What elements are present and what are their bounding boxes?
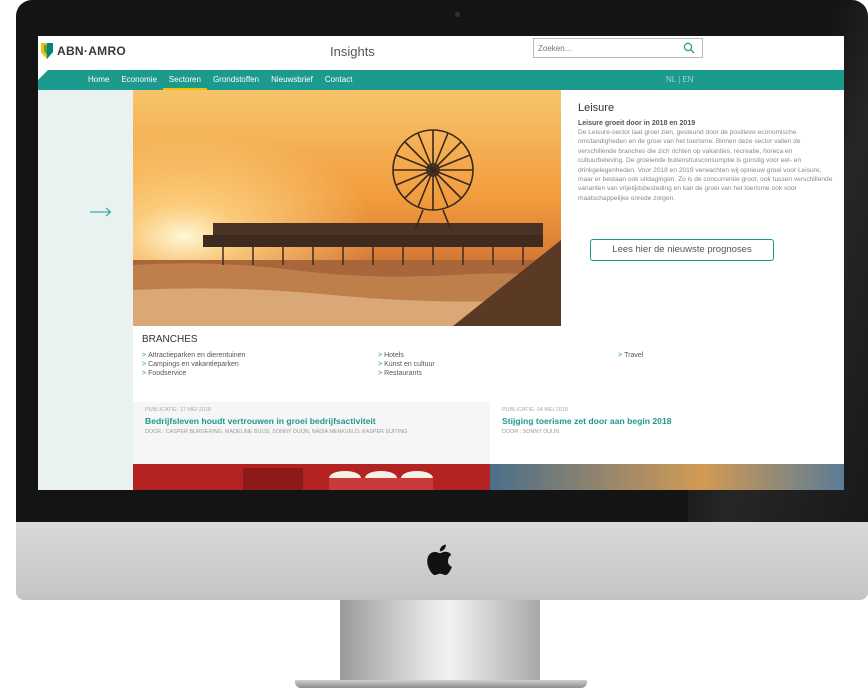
sector-title: Leisure [578, 102, 615, 114]
article-authors: DOOR : SONNY DUIJN [502, 429, 560, 435]
sector-subtitle: Leisure groeit door in 2018 en 2019 [578, 120, 696, 127]
branches-title: BRANCHES [142, 334, 198, 345]
language-switch[interactable]: NL | EN [666, 75, 694, 84]
chevron-right-icon: > [378, 370, 383, 377]
arrow-right-icon[interactable] [90, 207, 112, 217]
pier-sunset-illustration [133, 90, 561, 326]
page-title: Insights [330, 44, 375, 59]
abn-amro-shield-icon [41, 43, 53, 59]
search-icon[interactable] [683, 42, 695, 54]
article-card[interactable]: PUBLICATIE: 17 MEI 2018 Bedrijfsleven ho… [133, 402, 490, 466]
article-date: PUBLICATIE: 17 MEI 2018 [145, 407, 211, 413]
nav-item-contact[interactable]: Contact [319, 70, 359, 90]
article-card[interactable]: PUBLICATIE: 04 MEI 2018 Stijging toerism… [490, 402, 844, 466]
left-panel [38, 90, 133, 490]
monitor-stand-base [295, 680, 587, 688]
main-nav: Home Economie Sectoren Grondstoffen Nieu… [38, 70, 844, 90]
article-thumbnail[interactable] [490, 464, 844, 490]
nav-item-home[interactable]: Home [82, 70, 115, 90]
imac-mockup: ABN·AMRO Insights Home Economie Sectoren… [0, 0, 868, 694]
search-input[interactable] [538, 42, 678, 54]
chevron-right-icon: > [378, 352, 383, 359]
sector-body: De Leisure-sector laat groei zien, geste… [578, 129, 833, 202]
camera [455, 12, 460, 17]
logo[interactable]: ABN·AMRO [41, 43, 126, 59]
articles-list: PUBLICATIE: 17 MEI 2018 Bedrijfsleven ho… [133, 402, 844, 466]
nav-item-economie[interactable]: Economie [115, 70, 163, 90]
article-thumbnails [133, 464, 844, 490]
article-title[interactable]: Bedrijfsleven houdt vertrouwen in groei … [145, 416, 478, 426]
chevron-right-icon: > [142, 361, 147, 368]
branch-link[interactable]: > Restaurants [378, 370, 422, 377]
chevron-right-icon: > [142, 352, 147, 359]
search-box[interactable] [533, 38, 703, 58]
chevron-right-icon: > [378, 361, 383, 368]
article-authors: DOOR : CASPER BURGERING, MADELINE BUIJS,… [145, 429, 408, 435]
nav-item-sectoren[interactable]: Sectoren [162, 70, 207, 90]
article-title[interactable]: Stijging toerisme zet door aan begin 201… [502, 416, 832, 426]
branch-link[interactable]: > Hotels [378, 352, 404, 359]
monitor-stand [340, 600, 540, 684]
branch-link[interactable]: > Travel [618, 352, 643, 359]
chevron-right-icon: > [142, 370, 147, 377]
branch-link[interactable]: > Attractieparken en dierentuinen [142, 352, 245, 359]
chevron-right-icon: > [618, 352, 623, 359]
branches-section: BRANCHES > Attractieparken en dierentuine… [133, 326, 844, 402]
article-date: PUBLICATIE: 04 MEI 2018 [502, 407, 568, 413]
nav-item-grondstoffen[interactable]: Grondstoffen [207, 70, 265, 90]
article-thumbnail[interactable] [133, 464, 490, 490]
branch-link[interactable]: > Kunst en cultuur [378, 361, 435, 368]
nav-item-nieuwsbrief[interactable]: Nieuwsbrief [265, 70, 319, 90]
prognoses-button[interactable]: Lees hier de nieuwste prognoses [590, 239, 774, 261]
hero-image [133, 90, 561, 326]
browser-screen: ABN·AMRO Insights Home Economie Sectoren… [38, 36, 844, 490]
nav-corner-notch [38, 70, 48, 80]
sector-intro: Leisure Leisure groeit door in 2018 en 2… [570, 90, 844, 326]
branch-link[interactable]: > Campings en vakantieparken [142, 361, 239, 368]
logo-text: ABN·AMRO [57, 44, 127, 58]
site-header: ABN·AMRO Insights [38, 36, 844, 70]
popcorn-image [243, 468, 433, 490]
apple-logo-icon [427, 544, 452, 576]
branch-link[interactable]: > Foodservice [142, 370, 186, 377]
